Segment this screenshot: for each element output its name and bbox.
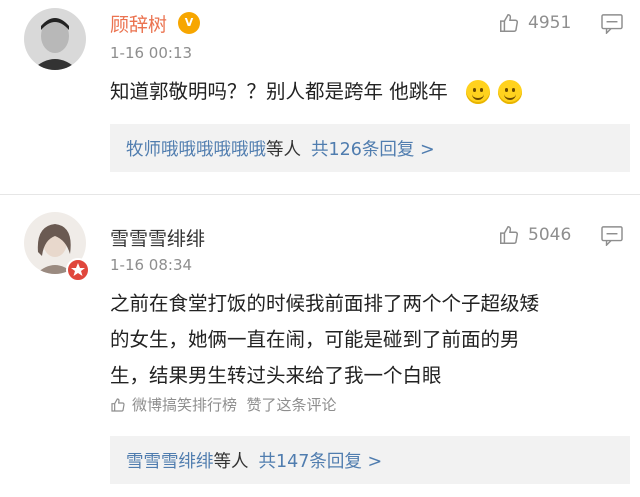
comment-line: 生，结果男生转过头来给了我一个白眼 (110, 364, 442, 387)
reply-count-link[interactable]: 共126条回复 > (311, 136, 435, 161)
verified-badge-icon (66, 258, 90, 282)
like-button[interactable]: 5046 (498, 224, 571, 246)
reply-count-link[interactable]: 共147条回复 > (259, 448, 383, 473)
smile-emoji-icon (465, 80, 490, 104)
timestamp: 1-16 00:13 (110, 44, 193, 62)
comment-bubble-icon (601, 14, 623, 35)
reply-summary[interactable]: 雪雪雪绯绯 等人 共147条回复 > (110, 436, 630, 484)
divider (0, 194, 640, 195)
vip-crown-icon: V (178, 12, 200, 34)
praised-by: 微博搞笑排行榜 赞了这条评论 (110, 394, 337, 415)
thumbs-up-icon (500, 14, 518, 32)
reply-names[interactable]: 雪雪雪绯绯 (126, 448, 214, 473)
praised-by-text: 微博搞笑排行榜 赞了这条评论 (132, 396, 337, 414)
comment-bubble-icon (601, 226, 623, 247)
comment-line: 的女生，她俩一直在闹，可能是碰到了前面的男 (110, 328, 520, 351)
like-count: 5046 (528, 225, 572, 245)
avatar[interactable] (24, 8, 86, 70)
reply-button[interactable] (601, 14, 623, 38)
reply-summary[interactable]: 牧师哦哦哦哦哦哦 等人 共126条回复 > (110, 124, 630, 172)
like-count: 4951 (528, 13, 572, 33)
comment-line: 之前在食堂打饭的时候我前面排了两个个子超级矮 (110, 292, 540, 315)
comment-text: 之前在食堂打饭的时候我前面排了两个个子超级矮 的女生，她俩一直在闹，可能是碰到了… (110, 286, 630, 394)
username[interactable]: 雪雪雪绯绯 (110, 224, 205, 251)
reply-suffix: 等人 (266, 139, 301, 160)
username[interactable]: 顾辞树 (110, 10, 167, 37)
thumbs-up-icon (500, 226, 518, 244)
thumbs-up-icon (111, 397, 125, 412)
smile-emoji-icon (497, 80, 522, 104)
comment-body: 知道郭敬明吗？？别人都是跨年 他跳年 (110, 80, 448, 103)
reply-button[interactable] (601, 226, 623, 250)
like-button[interactable]: 4951 (498, 12, 571, 34)
comment-text: 知道郭敬明吗？？别人都是跨年 他跳年 (110, 74, 522, 110)
reply-names[interactable]: 牧师哦哦哦哦哦哦 (126, 136, 266, 161)
reply-suffix: 等人 (213, 451, 249, 472)
timestamp: 1-16 08:34 (110, 256, 193, 274)
